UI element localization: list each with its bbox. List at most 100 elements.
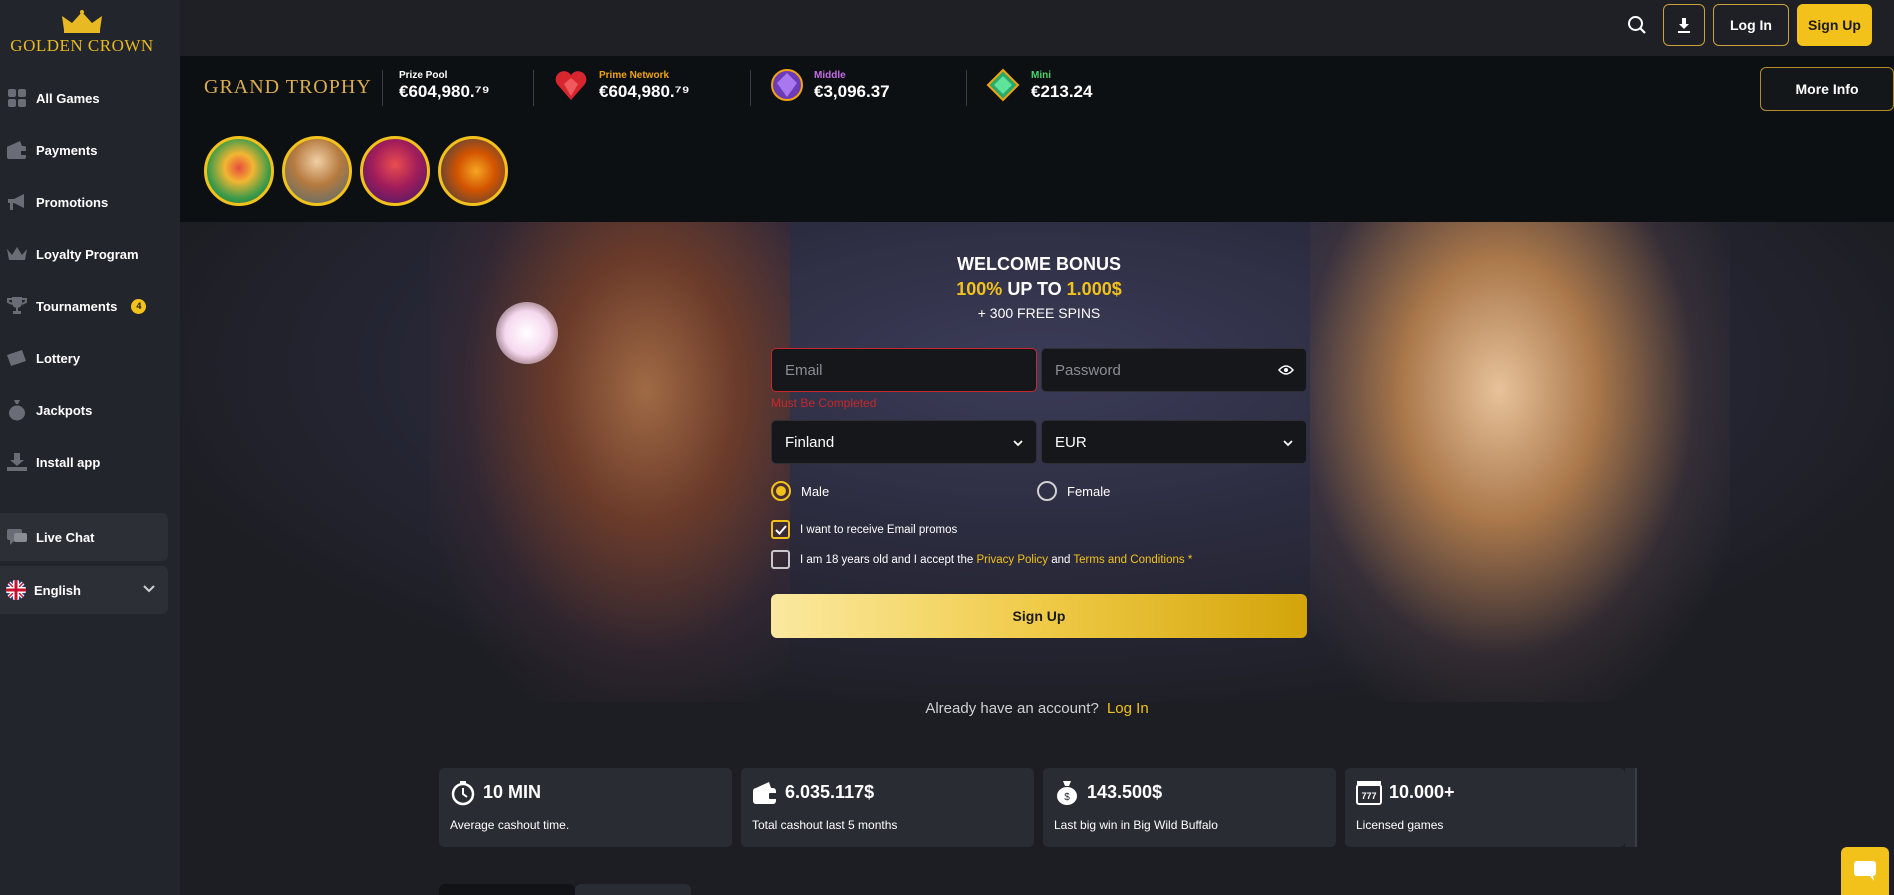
jackpot-label: Prime Network [599, 70, 670, 81]
email-promos-checkbox[interactable]: I want to receive Email promos [771, 520, 957, 539]
sidebar-nav: All Games Payments Promotions Loyalty Pr… [0, 72, 180, 488]
uk-flag-icon [6, 580, 26, 600]
privacy-policy-link[interactable]: Privacy Policy [976, 554, 1048, 566]
login-link[interactable]: Log In [1107, 700, 1149, 717]
radio-unselected-icon [1037, 481, 1057, 501]
eye-icon[interactable] [1278, 364, 1294, 376]
currency-select[interactable]: EUR [1041, 420, 1307, 464]
chevron-down-icon [142, 582, 156, 601]
login-button[interactable]: Log In [1713, 4, 1789, 46]
wallet-icon [753, 782, 777, 804]
crown-icon [62, 10, 102, 33]
sidebar-item-tournaments[interactable]: Tournaments 4 [0, 280, 180, 332]
sidebar: GOLDEN CROWN All Games Payments Promotio… [0, 0, 180, 895]
jackpot-value: €3,096.37 [814, 82, 890, 101]
sidebar-item-promotions[interactable]: Promotions [0, 176, 180, 228]
language-selector[interactable]: English [0, 566, 168, 614]
checkbox-empty-icon [771, 550, 790, 569]
sidebar-item-label: Tournaments [36, 298, 118, 314]
password-field[interactable]: Password [1041, 348, 1307, 392]
section-tab[interactable] [575, 884, 691, 895]
jackpot-middle: Middle €3,096.37 [814, 70, 890, 102]
sidebar-item-lottery[interactable]: Lottery [0, 332, 180, 384]
sidebar-item-payments[interactable]: Payments [0, 124, 180, 176]
radio-selected-icon [771, 481, 791, 501]
terms-and: and [1048, 553, 1074, 566]
registration-hero: WELCOME BONUS 100% UP TO 1.000$ + 300 FR… [180, 222, 1894, 702]
recent-games-strip [180, 120, 1894, 222]
gender-male-radio[interactable]: Male [771, 481, 829, 501]
chat-icon [6, 526, 28, 548]
more-info-button[interactable]: More Info [1760, 67, 1894, 111]
stat-label: Total cashout last 5 months [752, 818, 898, 832]
sidebar-item-install-app[interactable]: Install app [0, 436, 180, 488]
stat-label: Average cashout time. [450, 818, 570, 832]
jackpot-prime-network: Prime Network €604,980.⁷⁹ [599, 70, 690, 102]
money-bag-icon [6, 399, 28, 421]
stat-label: Last big win in Big Wild Buffalo [1054, 818, 1218, 832]
ruby-heart-icon [555, 71, 587, 100]
brand-name: GOLDEN CROWN [10, 36, 154, 55]
slot-machine-icon: 777 [1356, 781, 1382, 805]
grid-icon [6, 87, 28, 109]
live-chat-button[interactable]: Live Chat [0, 513, 168, 561]
sidebar-item-label: Jackpots [36, 402, 93, 418]
stat-value: 6.035.117$ [785, 782, 875, 802]
sidebar-item-loyalty[interactable]: Loyalty Program [0, 228, 180, 280]
game-thumbnail[interactable] [438, 136, 508, 206]
stats-scroll-edge [1625, 768, 1637, 847]
email-error: Must Be Completed [771, 396, 877, 410]
password-placeholder: Password [1055, 361, 1121, 379]
stat-label: Licensed games [1356, 818, 1444, 832]
language-label: English [34, 582, 81, 598]
jackpot-label: Prize Pool [399, 70, 448, 81]
terms-link[interactable]: Terms and Conditions [1073, 554, 1184, 566]
country-value: Finland [785, 433, 835, 451]
sidebar-item-jackpots[interactable]: Jackpots [0, 384, 180, 436]
email-placeholder: Email [785, 361, 823, 379]
game-thumbnail[interactable] [282, 136, 352, 206]
email-field[interactable]: Email [771, 348, 1037, 392]
stat-card: 6.035.117$ Total cashout last 5 months [741, 768, 1034, 847]
chevron-down-icon [1013, 440, 1023, 447]
brand-logo[interactable]: GOLDEN CROWN [8, 10, 156, 58]
green-gem-icon [986, 68, 1020, 102]
stopwatch-icon [451, 781, 475, 806]
stat-card: 10 MIN Average cashout time. [439, 768, 732, 847]
registration-form: WELCOME BONUS 100% UP TO 1.000$ + 300 FR… [771, 222, 1307, 638]
jackpot-value: €213.24 [1031, 82, 1093, 101]
signup-header-button[interactable]: Sign Up [1797, 4, 1872, 46]
free-spins-text: + 300 FREE SPINS [977, 305, 1101, 321]
divider [533, 70, 534, 106]
sidebar-item-all-games[interactable]: All Games [0, 72, 180, 124]
terms-checkbox[interactable]: I am 18 years old and I accept the Priva… [771, 550, 1192, 569]
bonus-amount: 1.000$ [1066, 279, 1122, 299]
divider [382, 70, 383, 106]
already-account-row: Already have an account? Log In [180, 700, 1894, 717]
money-bag-icon: $ [1057, 781, 1077, 805]
jackpot-label: Mini [1031, 70, 1051, 81]
bonus-up-to: UP TO [1002, 279, 1067, 299]
email-promos-label: I want to receive Email promos [800, 523, 958, 536]
gender-female-radio[interactable]: Female [1037, 481, 1110, 501]
bonus-percent: 100% [956, 279, 1003, 299]
tournaments-count-badge: 4 [131, 298, 147, 314]
support-chat-button[interactable] [1841, 847, 1889, 895]
chevron-down-icon [1283, 440, 1293, 447]
stat-value: 10.000+ [1389, 782, 1455, 802]
download-icon [1678, 18, 1690, 33]
download-app-button[interactable] [1663, 4, 1705, 46]
currency-value: EUR [1055, 433, 1087, 451]
country-select[interactable]: Finland [771, 420, 1037, 464]
search-button[interactable] [1620, 4, 1654, 46]
section-tab[interactable] [439, 884, 575, 895]
sidebar-item-label: Loyalty Program [36, 246, 139, 262]
signup-submit-button[interactable]: Sign Up [771, 594, 1307, 638]
game-thumbnail[interactable] [204, 136, 274, 206]
sidebar-item-label: Install app [36, 454, 101, 470]
required-star: * [1184, 553, 1193, 566]
jackpot-mini: Mini €213.24 [1031, 70, 1092, 102]
game-thumbnail[interactable] [360, 136, 430, 206]
gender-male-label: Male [801, 483, 830, 499]
sidebar-item-label: All Games [36, 90, 100, 106]
